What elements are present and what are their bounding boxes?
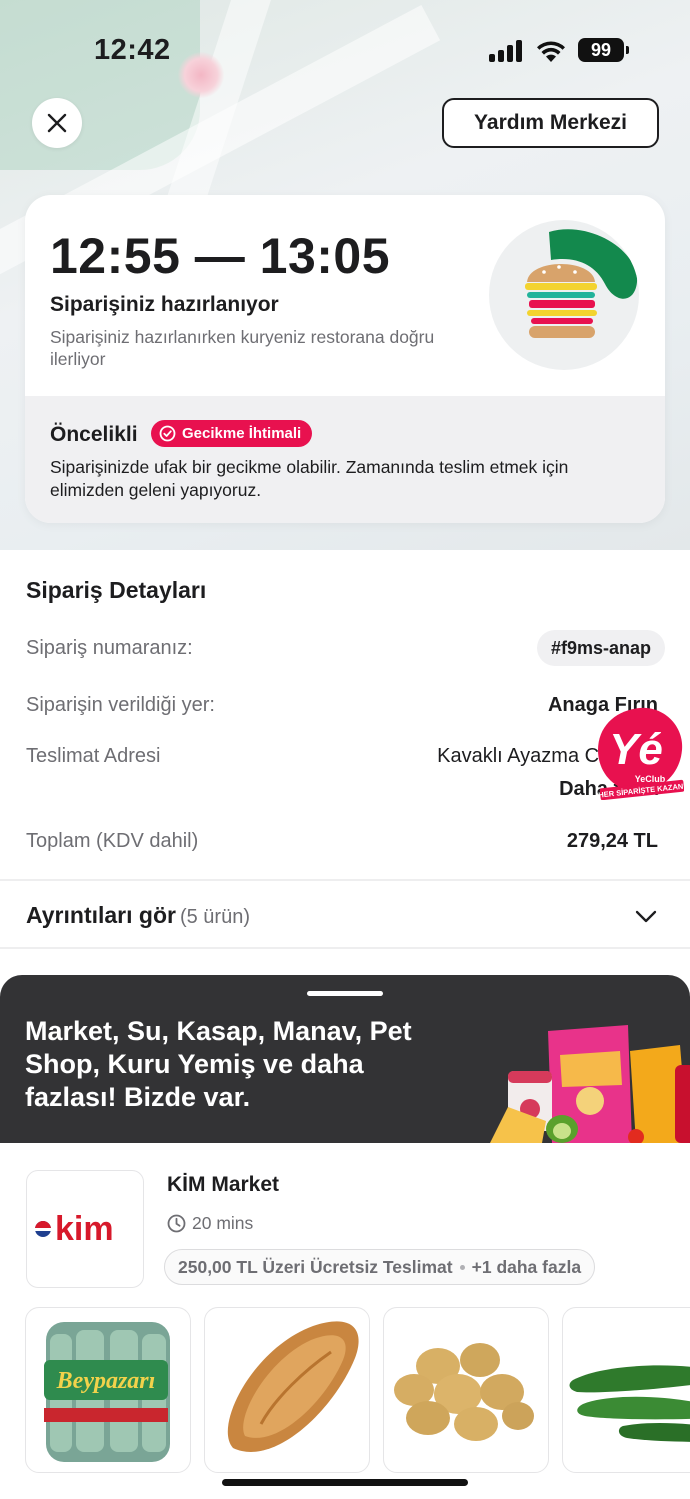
address-label: Teslimat Adresi [26, 745, 161, 767]
check-circle-icon [159, 425, 176, 442]
store-delivery-time: 20 mins [167, 1213, 253, 1234]
delay-badge-label: Gecikme İhtimali [182, 425, 302, 442]
help-center-button[interactable]: Yardım Merkezi [442, 98, 659, 148]
free-delivery-text: 250,00 TL Üzeri Ücretsiz Teslimat [178, 1256, 453, 1277]
yeclub-badge[interactable]: Yé YeClub HER SİPARİŞTE KAZAN! [596, 704, 686, 801]
chevron-down-icon [635, 910, 657, 923]
items-count: (5 ürün) [179, 906, 250, 928]
bottom-sheet: Market, Su, Kasap, Manav, Pet Shop, Kuru… [0, 975, 690, 1499]
product-card[interactable] [204, 1307, 370, 1473]
product-brand-text: Beypazarı [56, 1368, 156, 1394]
eta-range: 12:55 — 13:05 [50, 228, 391, 284]
clock-icon [167, 1214, 186, 1233]
wifi-icon [537, 41, 565, 62]
burger-illustration-icon [489, 220, 639, 370]
home-indicator [222, 1479, 468, 1486]
product-card[interactable] [383, 1307, 549, 1473]
priority-text: Siparişinizde ufak bir gecikme olabilir.… [50, 457, 569, 500]
more-offers-text: +1 daha fazla [471, 1256, 582, 1277]
yeclub-logo-text: Yé [609, 725, 663, 774]
items-toggle-label: Ayrıntıları gör [26, 902, 176, 928]
order-status-card: 12:55 — 13:05 Siparişiniz hazırlanıyor S… [25, 195, 665, 523]
store-name[interactable]: KİM Market [167, 1173, 279, 1197]
total-label: Toplam (KDV dahil) [26, 830, 199, 852]
product-card[interactable] [562, 1307, 690, 1473]
delay-badge: Gecikme İhtimali [151, 420, 313, 447]
bread-icon [227, 1321, 359, 1452]
delivery-time-text: 20 mins [192, 1213, 254, 1233]
place-label: Siparişin verildiği yer: [26, 694, 215, 716]
sheet-drag-handle[interactable] [307, 991, 383, 996]
priority-section: Öncelikli Gecikme İhtimali Siparişinizde… [25, 396, 665, 523]
store-logo[interactable]: kim [26, 1170, 144, 1288]
status-time: 12:42 [94, 34, 171, 66]
divider [0, 947, 690, 949]
battery-icon: 99 [578, 38, 629, 62]
product-carousel[interactable]: Beypazarı [25, 1307, 690, 1473]
promo-banner[interactable]: Market, Su, Kasap, Manav, Pet Shop, Kuru… [0, 975, 690, 1143]
cucumbers-icon [569, 1365, 690, 1442]
close-icon [47, 113, 67, 133]
order-number-chip[interactable]: #f9ms-anap [536, 630, 665, 666]
items-details-toggle[interactable]: Ayrıntıları gör (5 ürün) [0, 882, 690, 948]
potatoes-icon [394, 1343, 534, 1441]
signal-icon [489, 40, 525, 62]
promo-text: Market, Su, Kasap, Manav, Pet Shop, Kuru… [25, 1016, 412, 1112]
status-subtitle: Siparişiniz hazırlanırken kuryeniz resto… [50, 327, 435, 369]
water-bottles-icon: Beypazarı [44, 1322, 170, 1462]
delivery-offer-chip[interactable]: 250,00 TL Üzeri Ücretsiz Teslimat +1 dah… [164, 1249, 596, 1285]
order-number-label: Sipariş numaranız: [26, 637, 193, 659]
product-card[interactable]: Beypazarı [25, 1307, 191, 1473]
groceries-illustration-icon [490, 1025, 690, 1143]
status-bar: 12:42 99 [0, 0, 690, 100]
priority-label: Öncelikli [50, 423, 138, 446]
separator-dot [459, 1264, 465, 1270]
close-button[interactable] [32, 98, 82, 148]
total-value: 279,24 TL [566, 830, 658, 852]
divider [0, 879, 690, 881]
status-title: Siparişiniz hazırlanıyor [50, 293, 279, 316]
kim-logo-icon: kim [34, 1210, 114, 1248]
order-details-title: Sipariş Detayları [26, 577, 207, 603]
kim-logo-text: kim [55, 1210, 114, 1248]
